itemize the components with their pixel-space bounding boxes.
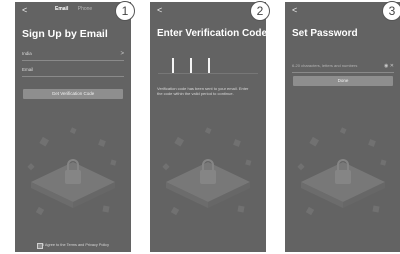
country-label: India [22, 51, 32, 56]
step-number-badge: 3 [382, 1, 400, 21]
floating-cube [39, 136, 49, 147]
step-number-badge: 2 [250, 1, 270, 21]
floating-cube [174, 136, 184, 147]
page-title: Set Password [292, 28, 358, 39]
clear-icon[interactable]: ✕ [390, 63, 394, 69]
agree-checkbox[interactable] [37, 243, 43, 249]
email-input[interactable]: Email [22, 64, 124, 77]
floating-cube [380, 159, 387, 166]
eye-icon[interactable]: ◉ [384, 63, 388, 69]
floating-cube [170, 206, 180, 216]
country-selector[interactable]: India > [22, 48, 124, 61]
floating-cube [27, 163, 35, 171]
floating-cube [102, 205, 110, 213]
security-illustration [162, 127, 252, 216]
security-illustration [27, 127, 117, 216]
page-title: Sign Up by Email [22, 28, 108, 40]
floating-cube [309, 136, 319, 147]
floating-cube [69, 127, 77, 134]
verification-code-screen: < Enter Verification Code Verification c… [150, 2, 266, 252]
floating-cube [204, 127, 212, 134]
code-cursor [172, 58, 174, 73]
get-verification-code-button[interactable]: Get Verification Code [23, 89, 123, 99]
chevron-right-icon: > [120, 51, 124, 57]
lock-body [335, 170, 351, 184]
lock-body [65, 170, 81, 184]
back-icon[interactable]: < [157, 5, 162, 15]
floating-cube [305, 206, 315, 216]
tab-email[interactable]: Email [55, 6, 68, 12]
password-input[interactable]: 6-20 characters, letters and numbers ◉ ✕ [292, 60, 394, 73]
verification-hint: Verification code has been sent to your … [157, 86, 249, 96]
sign-up-screen: < Email Phone Sign Up by Email India > E… [15, 2, 131, 252]
floating-cube [110, 159, 117, 166]
done-button[interactable]: Done [293, 76, 393, 86]
signup-method-tabs: Email Phone [55, 6, 92, 12]
security-illustration [297, 127, 387, 216]
page-title: Enter Verification Code [157, 28, 266, 39]
floating-cube [35, 206, 45, 216]
terms-agreement: I Agree to the Terms and Privacy Policy [37, 243, 109, 249]
floating-cube [372, 205, 380, 213]
floating-cube [233, 139, 241, 147]
agreement-text[interactable]: I Agree to the Terms and Privacy Policy [43, 243, 109, 247]
verification-code-input[interactable] [158, 58, 258, 74]
set-password-screen: < Set Password 6-20 characters, letters … [285, 2, 400, 252]
password-placeholder: 6-20 characters, letters and numbers [292, 63, 358, 68]
floating-cube [237, 205, 245, 213]
tab-phone[interactable]: Phone [78, 6, 92, 12]
floating-cube [339, 127, 347, 134]
floating-cube [245, 159, 252, 166]
back-icon[interactable]: < [22, 5, 27, 15]
email-placeholder: Email [22, 67, 34, 72]
floating-cube [297, 163, 305, 171]
floating-cube [162, 163, 170, 171]
lock-body [200, 170, 216, 184]
back-icon[interactable]: < [292, 5, 297, 15]
step-number-badge: 1 [115, 1, 135, 21]
floating-cube [98, 139, 106, 147]
code-cursor [190, 58, 192, 73]
code-cursor [208, 58, 210, 73]
floating-cube [368, 139, 376, 147]
